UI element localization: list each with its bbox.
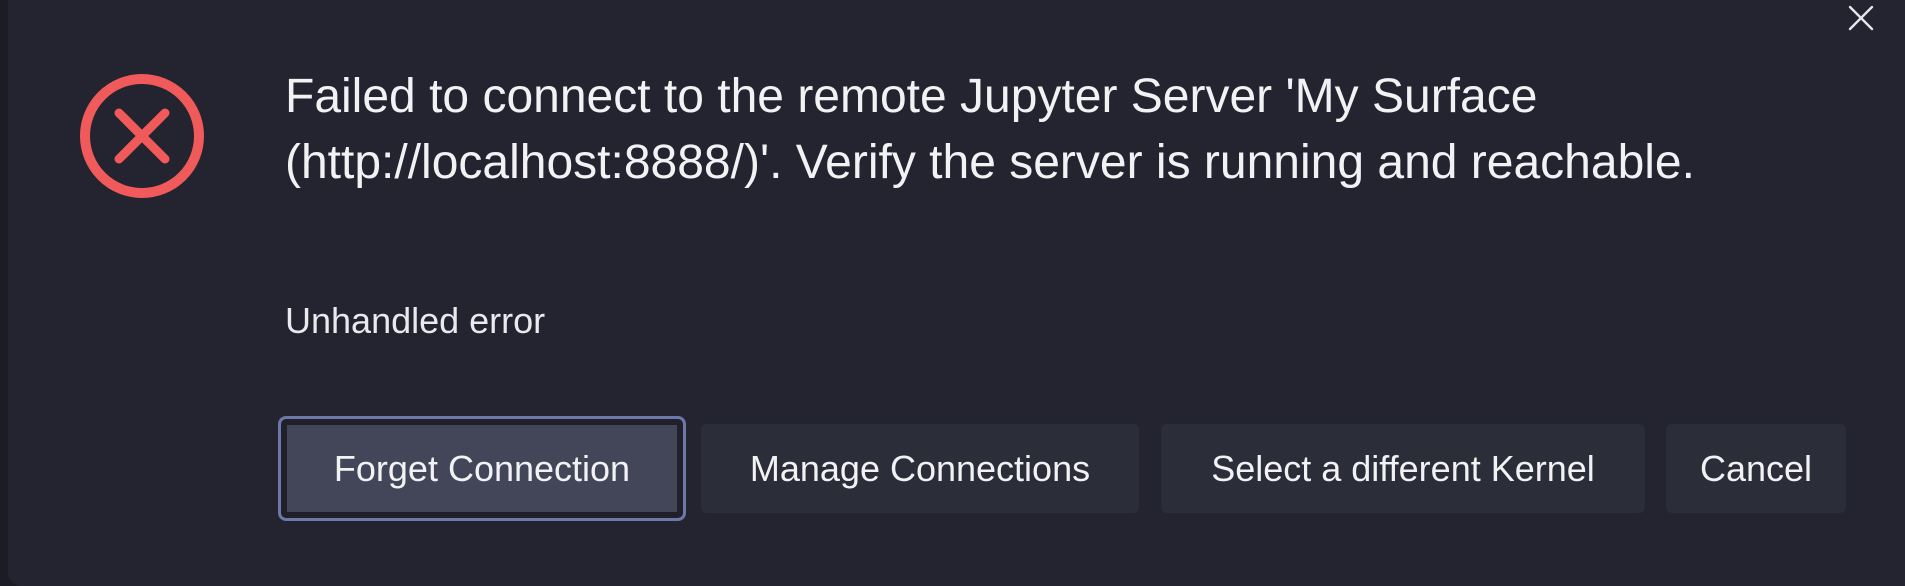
error-dialog: Failed to connect to the remote Jupyter … bbox=[8, 0, 1905, 586]
select-different-kernel-button[interactable]: Select a different Kernel bbox=[1161, 424, 1645, 513]
cancel-button[interactable]: Cancel bbox=[1666, 424, 1846, 513]
forget-connection-button[interactable]: Forget Connection bbox=[278, 416, 686, 521]
close-icon[interactable] bbox=[1841, 0, 1881, 36]
error-detail: Unhandled error bbox=[285, 300, 546, 341]
error-message: Failed to connect to the remote Jupyter … bbox=[285, 70, 1695, 189]
error-icon bbox=[78, 72, 206, 200]
manage-connections-button[interactable]: Manage Connections bbox=[701, 424, 1139, 513]
